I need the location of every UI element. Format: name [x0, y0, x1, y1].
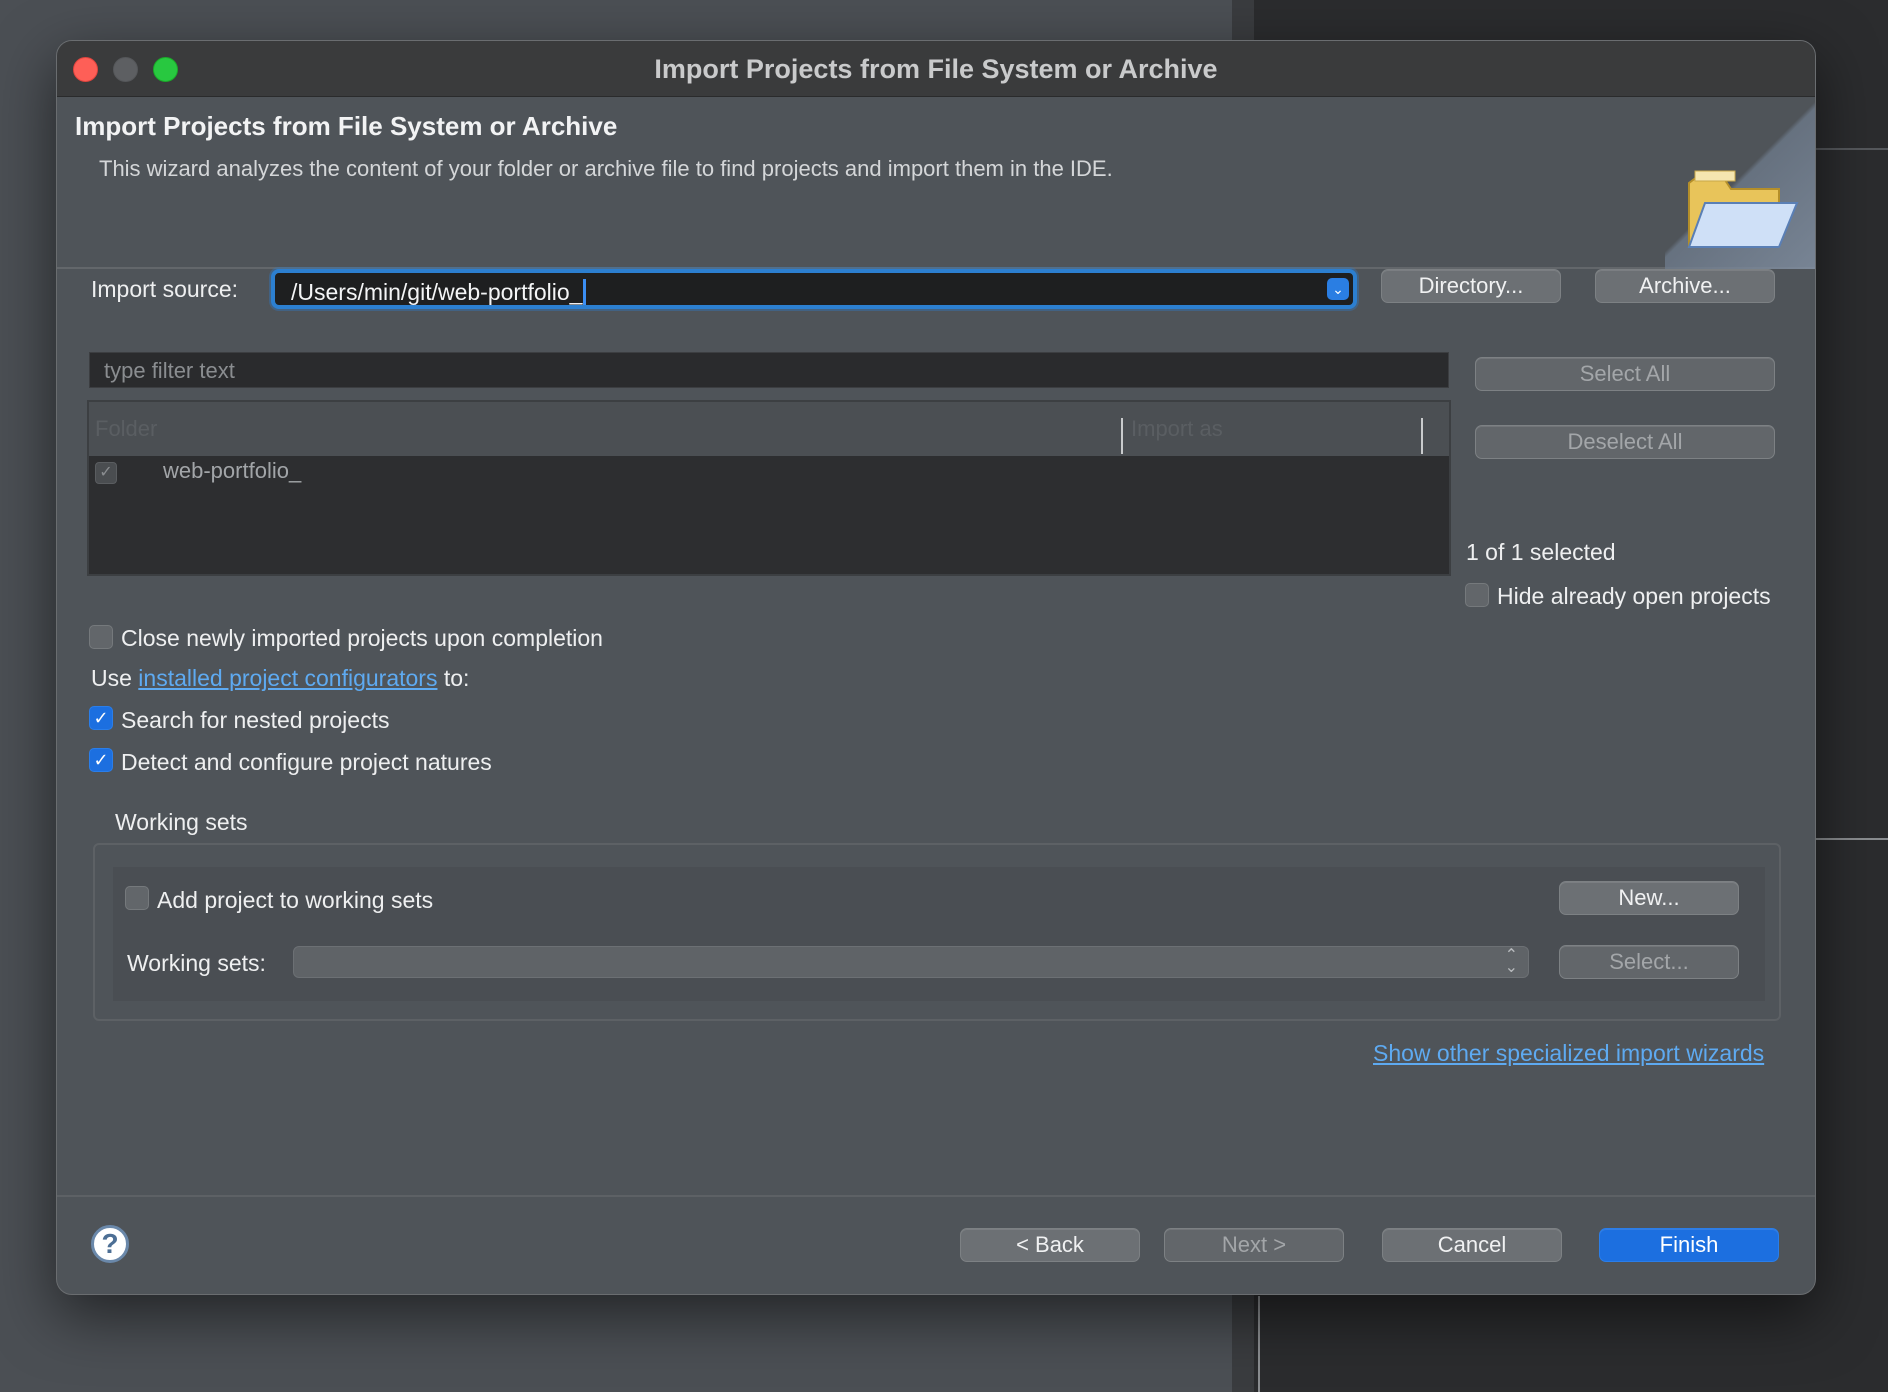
import-dialog: Import Projects from File System or Arch… — [56, 40, 1816, 1295]
hide-open-projects-checkbox[interactable] — [1465, 583, 1489, 607]
filter-input[interactable]: type filter text — [89, 352, 1449, 388]
import-source-value-wrap: /Users/min/git/web-portfolio_ — [291, 279, 587, 306]
footer-divider — [57, 1195, 1815, 1197]
row-checkbox[interactable]: ✓ — [95, 462, 117, 484]
cancel-button[interactable]: Cancel — [1382, 1228, 1562, 1262]
directory-button[interactable]: Directory... — [1381, 269, 1561, 303]
folder-icon — [1687, 170, 1799, 248]
wizard-title: Import Projects from File System or Arch… — [75, 111, 618, 141]
hide-open-projects-label[interactable]: Hide already open projects — [1497, 583, 1771, 610]
chevron-down-icon[interactable]: ⌄ — [1327, 278, 1349, 300]
wizard-description: This wizard analyzes the content of your… — [99, 156, 1113, 181]
import-source-combo[interactable]: /Users/min/git/web-portfolio_ ⌄ — [271, 269, 1357, 309]
other-import-wizards-link[interactable]: Show other specialized import wizards — [1373, 1040, 1764, 1066]
next-button[interactable]: Next > — [1164, 1228, 1344, 1262]
column-header-folder[interactable]: Folder — [95, 416, 157, 442]
other-wizards-link-wrap: Show other specialized import wizards — [1373, 1040, 1764, 1067]
column-divider[interactable] — [1421, 418, 1423, 454]
back-button[interactable]: < Back — [960, 1228, 1140, 1262]
column-header-import-as[interactable]: Import as — [1131, 416, 1223, 442]
wizard-header: Import Projects from File System or Arch… — [57, 97, 1815, 269]
working-sets-select[interactable]: ⌃ ⌄ — [293, 946, 1529, 978]
select-working-sets-button[interactable]: Select... — [1559, 945, 1739, 979]
finish-button[interactable]: Finish — [1599, 1228, 1779, 1262]
selection-count: 1 of 1 selected — [1466, 539, 1616, 565]
chevron-updown-icon: ⌃ ⌄ — [1504, 947, 1518, 976]
working-sets-group-title: Working sets — [115, 809, 248, 835]
search-nested-label[interactable]: Search for nested projects — [121, 707, 389, 734]
table-header: Folder Import as — [89, 402, 1449, 456]
add-to-working-sets-label[interactable]: Add project to working sets — [157, 887, 433, 914]
import-source-value: /Users/min/git/web-portfolio_ — [291, 279, 583, 305]
column-divider[interactable] — [1121, 418, 1123, 454]
deselect-all-button[interactable]: Deselect All — [1475, 425, 1775, 459]
configurators-line: Use installed project configurators to: — [91, 665, 469, 692]
title-bar: Import Projects from File System or Arch… — [57, 41, 1815, 97]
detect-natures-label[interactable]: Detect and configure project natures — [121, 749, 492, 776]
background-divider — [1812, 838, 1888, 840]
working-sets-group — [93, 843, 1781, 1021]
use-prefix: Use — [91, 665, 132, 691]
working-sets-field-label: Working sets: — [127, 950, 266, 976]
background-divider — [1812, 148, 1888, 150]
use-suffix: to: — [443, 665, 470, 691]
close-after-import-label[interactable]: Close newly imported projects upon compl… — [121, 625, 603, 652]
detect-natures-checkbox[interactable]: ✓ — [89, 748, 113, 772]
help-icon[interactable]: ? — [91, 1225, 129, 1263]
select-all-button[interactable]: Select All — [1475, 357, 1775, 391]
filter-placeholder: type filter text — [104, 358, 235, 383]
background-divider — [1258, 1296, 1260, 1392]
close-after-import-checkbox[interactable] — [89, 625, 113, 649]
new-working-set-button[interactable]: New... — [1559, 881, 1739, 915]
import-source-label: Import source: — [91, 276, 238, 302]
window-title: Import Projects from File System or Arch… — [654, 54, 1218, 84]
add-to-working-sets-checkbox[interactable] — [125, 886, 149, 910]
text-cursor — [583, 279, 587, 305]
search-nested-checkbox[interactable]: ✓ — [89, 706, 113, 730]
table-row-folder[interactable]: web-portfolio_ — [163, 458, 301, 484]
archive-button[interactable]: Archive... — [1595, 269, 1775, 303]
installed-configurators-link[interactable]: installed project configurators — [138, 665, 437, 691]
projects-table[interactable]: Folder Import as ✓ web-portfolio_ — [87, 400, 1451, 576]
